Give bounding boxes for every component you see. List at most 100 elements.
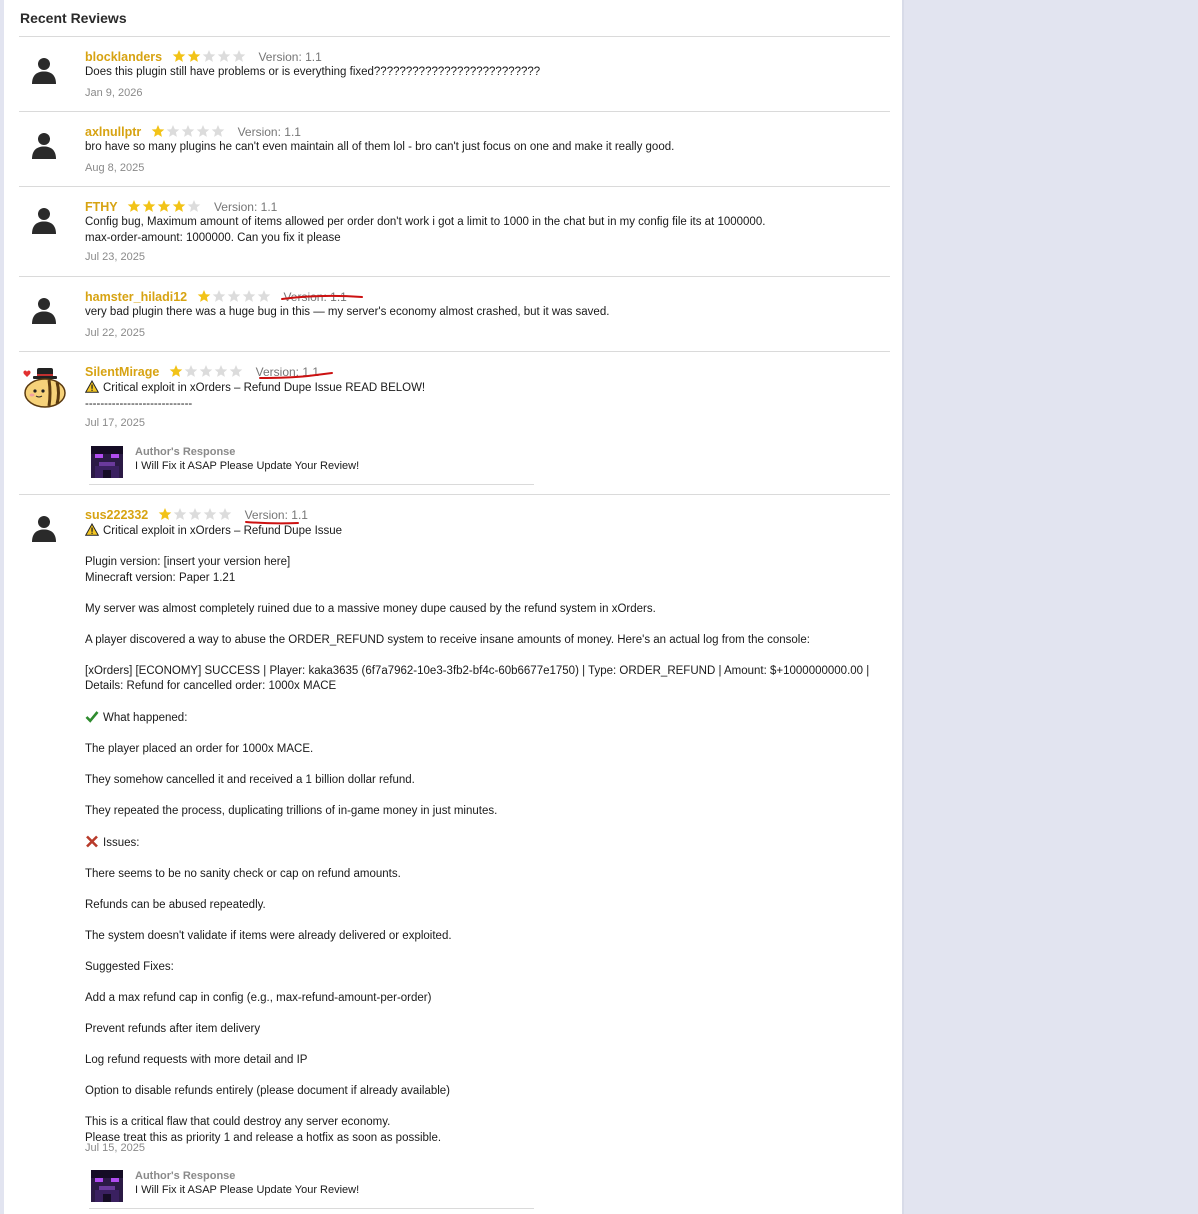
review-body-line: Please treat this as priority 1 and rele… (85, 1131, 442, 1144)
review-body-line: Option to disable refunds entirely (plea… (85, 1085, 451, 1097)
review-date[interactable]: Jan 9, 2026 (85, 87, 143, 99)
author-response-text: I Will Fix it ASAP Please Update Your Re… (135, 1184, 360, 1196)
review-body-line: ---------------------------- (85, 397, 193, 410)
review-body: bro have so many plugins he can't even m… (85, 140, 890, 156)
star-icon (151, 125, 165, 137)
review-body: Critical exploit in xOrders – Refund Dup… (85, 380, 890, 412)
star-icon (196, 125, 210, 137)
author-response-title: Author's Response (135, 446, 236, 458)
review-body: very bad plugin there was a huge bug in … (85, 305, 890, 321)
review-body-line: Refunds can be abused repeatedly. (85, 899, 266, 911)
review-body-line (85, 976, 890, 992)
star-icon (227, 290, 241, 302)
review-date[interactable]: Aug 8, 2025 (85, 162, 144, 174)
warning-icon (85, 523, 99, 536)
star-icon (242, 290, 256, 302)
star-icon (166, 125, 180, 137)
review-date[interactable]: Jul 22, 2025 (85, 327, 145, 339)
review-meta: FTHY Version: 1.1 (85, 199, 277, 215)
review-body-line (85, 883, 890, 899)
star-icon (142, 200, 156, 212)
star-icon (127, 200, 141, 212)
review-body-line: My server was almost completely ruined d… (85, 602, 656, 615)
review-username[interactable]: hamster_hiladi12 (85, 290, 187, 304)
star-icon (181, 125, 195, 137)
review-item: hamster_hiladi12 Version: 1.1 very bad p… (19, 277, 890, 351)
reviews-panel: Recent Reviews blocklanders Version: 1.1… (4, 0, 904, 1214)
red-underline-annotation (245, 521, 299, 525)
star-rating (172, 49, 247, 66)
review-meta: axlnullptr Version: 1.1 (85, 124, 301, 140)
review-body-line (85, 852, 890, 868)
review-body-line: Plugin version: [insert your version her… (85, 556, 291, 568)
review-body-line (85, 789, 890, 805)
review-version: Version: 1.1 (213, 200, 278, 214)
review-body: Config bug, Maximum amount of items allo… (85, 215, 890, 246)
review-username[interactable]: axlnullptr (85, 125, 141, 139)
review-item: FTHY Version: 1.1 Config bug, Maximum am… (19, 187, 890, 276)
review-body-line: They somehow cancelled it and received a… (85, 774, 415, 786)
review-body-line: Suggested Fixes: (85, 961, 174, 973)
star-rating (197, 289, 272, 306)
star-icon (188, 508, 202, 520)
bee-avatar-icon[interactable] (21, 366, 69, 410)
review-body-line (85, 1007, 890, 1023)
review-item: axlnullptr Version: 1.1 bro have so many… (19, 112, 890, 186)
star-icon (199, 365, 213, 377)
review-body-line (85, 617, 890, 633)
review-body-line: The system doesn't validate if items wer… (85, 930, 452, 942)
review-body-line: A player discovered a way to abuse the O… (85, 633, 810, 646)
red-underline-annotation (259, 372, 333, 379)
review-username[interactable]: SilentMirage (85, 365, 159, 379)
star-rating (158, 507, 233, 524)
author-response-title: Author's Response (135, 1170, 236, 1182)
red-underline-annotation (281, 294, 363, 300)
author-response: Author's Response I Will Fix it ASAP Ple… (89, 444, 534, 485)
review-username[interactable]: FTHY (85, 200, 118, 214)
review-body-line: There seems to be no sanity check or cap… (85, 868, 401, 880)
default-avatar-icon[interactable] (29, 295, 59, 325)
review-username[interactable]: sus222332 (85, 508, 148, 522)
section-title: Recent Reviews (20, 10, 127, 26)
star-icon (218, 508, 232, 520)
star-icon (212, 290, 226, 302)
review-body-line (85, 758, 890, 774)
star-icon (214, 365, 228, 377)
review-date[interactable]: Jul 17, 2025 (85, 417, 145, 429)
review-date[interactable]: Jul 23, 2025 (85, 251, 145, 263)
author-response: Author's Response I Will Fix it ASAP Ple… (89, 1168, 534, 1209)
star-icon (217, 50, 231, 62)
review-body-line (85, 540, 890, 556)
review-body-line: very bad plugin there was a huge bug in … (85, 306, 610, 318)
review-body: Does this plugin still have problems or … (85, 65, 890, 81)
default-avatar-icon[interactable] (29, 205, 59, 235)
star-icon (232, 50, 246, 62)
star-icon (187, 50, 201, 62)
review-username[interactable]: blocklanders (85, 50, 162, 64)
review-body-line (85, 1100, 890, 1116)
author-avatar-icon[interactable] (91, 1170, 123, 1202)
review-body-line (85, 648, 890, 664)
review-body-line: Does this plugin still have problems or … (85, 66, 541, 78)
star-icon (184, 365, 198, 377)
review-body-line (85, 586, 890, 602)
default-avatar-icon[interactable] (29, 130, 59, 160)
warning-icon (85, 380, 99, 393)
review-date[interactable]: Jul 15, 2025 (85, 1142, 145, 1154)
star-icon (172, 50, 186, 62)
review-body-line: Add a max refund cap in config (e.g., ma… (85, 992, 432, 1004)
review-body-line (85, 945, 890, 961)
review-item: SilentMirage Version: 1.1 Critical explo… (19, 352, 890, 494)
star-icon (157, 200, 171, 212)
default-avatar-icon[interactable] (29, 55, 59, 85)
author-avatar-icon[interactable] (91, 446, 123, 478)
review-body-line: The player placed an order for 1000x MAC… (85, 743, 314, 755)
review-body: Critical exploit in xOrders – Refund Dup… (85, 523, 890, 1146)
default-avatar-icon[interactable] (29, 513, 59, 543)
star-rating (151, 124, 226, 141)
star-icon (187, 200, 201, 212)
review-body-line: Critical exploit in xOrders – Refund Dup… (85, 523, 890, 540)
review-body-line: Minecraft version: Paper 1.21 (85, 571, 236, 584)
review-body-line (85, 1038, 890, 1054)
review-body-line: Details: Refund for cancelled order: 100… (85, 680, 337, 692)
